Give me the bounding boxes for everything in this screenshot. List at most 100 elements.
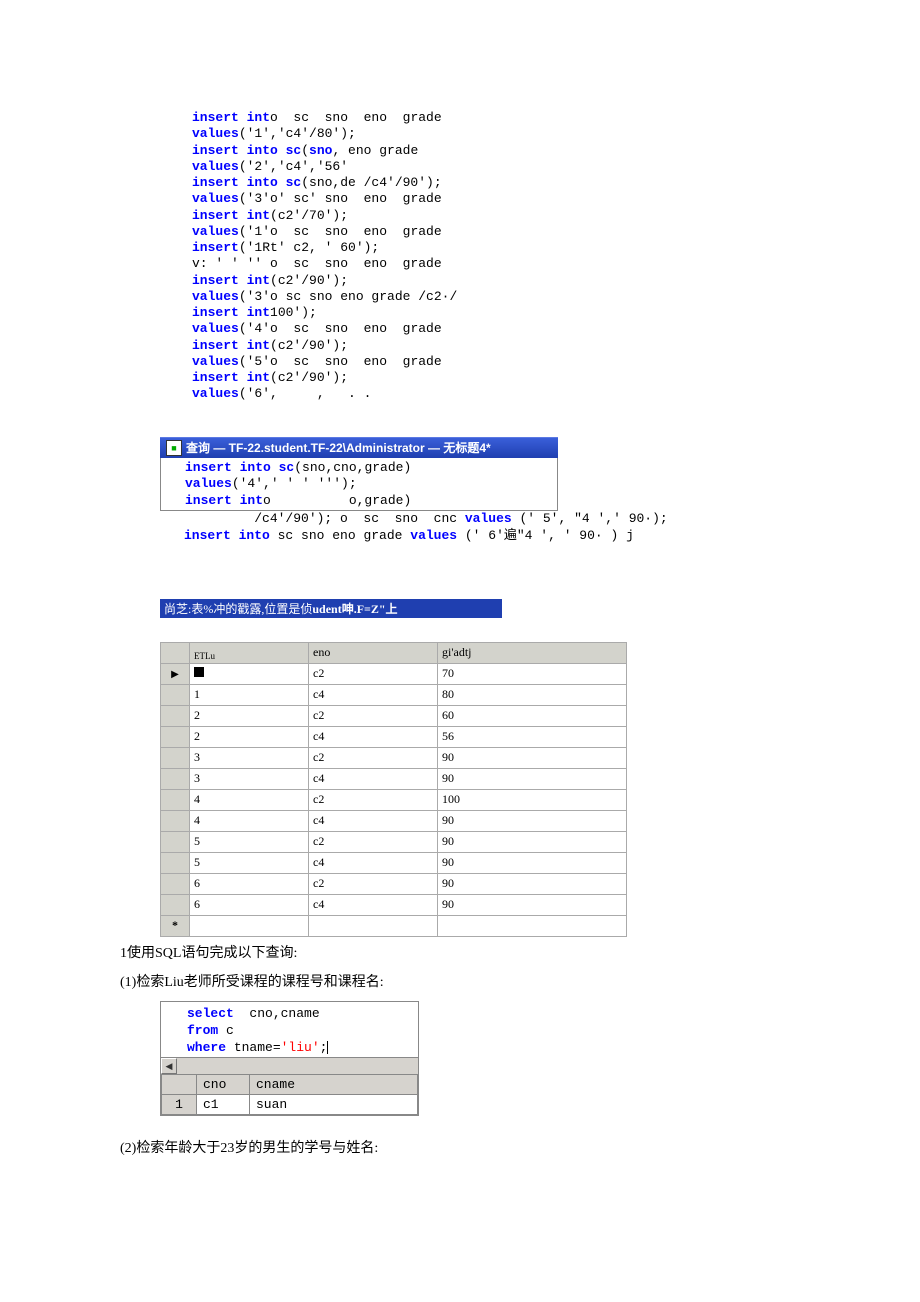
- sql-text: o sc sno eno grade: [270, 110, 442, 125]
- table-cell: [161, 747, 190, 768]
- table-cell: 90: [438, 747, 627, 768]
- sql-keyword: values: [192, 289, 239, 304]
- kw: values: [410, 528, 457, 543]
- table-cell: 100: [438, 789, 627, 810]
- table-cell: [161, 684, 190, 705]
- table-row: [161, 915, 627, 936]
- table-cell: c4: [309, 810, 438, 831]
- body-text-3: (2)检索年龄大于23岁的男生的学号与姓名:: [120, 1136, 820, 1161]
- table-cell: c2: [309, 789, 438, 810]
- sql-text: ('5'o sc sno eno grade: [239, 354, 442, 369]
- table-cell: [438, 915, 627, 936]
- table-row: 2c260: [161, 705, 627, 726]
- table-cell: c4: [309, 852, 438, 873]
- txt: sc sno eno grade: [270, 528, 410, 543]
- table-cell: [309, 915, 438, 936]
- txt: (' 5', "4 ',' 90·);: [512, 511, 668, 526]
- kw: select: [187, 1006, 234, 1021]
- table-cell: c2: [309, 705, 438, 726]
- table-cell: [161, 789, 190, 810]
- table-cell: [161, 852, 190, 873]
- sql-code-block-1: insert into sc sno eno gradevalues('1','…: [160, 110, 820, 403]
- sql-keyword: insert into sc: [192, 175, 301, 190]
- sql-text: (c2'/70');: [270, 208, 348, 223]
- sql-keyword: values: [192, 159, 239, 174]
- blue-info-strip: 尚芝:表%冲的戳露,位置是侦udent呻.F=Z"上: [160, 599, 502, 618]
- sql-keyword: insert int: [192, 208, 270, 223]
- table-cell: 70: [438, 663, 627, 684]
- table-cell: 5: [190, 831, 309, 852]
- kw: where: [187, 1040, 226, 1055]
- titlebar-text: 查询 — TF-22.student.TF-22\Administrator —…: [186, 439, 491, 456]
- table-cell: [161, 894, 190, 915]
- table-cell: 2: [190, 726, 309, 747]
- body-text-1: 1使用SQL语句完成以下查询:: [120, 941, 820, 966]
- sql-text: (sno,de /c4'/90');: [301, 175, 441, 190]
- sql-keyword: insert int: [192, 110, 270, 125]
- result-col-cno: cno: [197, 1075, 250, 1095]
- result-rownum: 1: [162, 1095, 197, 1115]
- table-row: 5c490: [161, 852, 627, 873]
- sql-text: v: ' ' '' o sc sno eno grade: [192, 256, 442, 271]
- table-cell: 80: [438, 684, 627, 705]
- table-cell: [190, 663, 309, 684]
- table-cell: 5: [190, 852, 309, 873]
- table-header: gi'adtj: [438, 642, 627, 663]
- result-col-cname: cname: [250, 1075, 418, 1095]
- txt: (sno,cno,grade): [294, 460, 411, 475]
- kw: insert int: [185, 493, 263, 508]
- sql-text: (: [301, 143, 309, 158]
- table-cell: 6: [190, 873, 309, 894]
- scrollbar[interactable]: ◀: [161, 1057, 418, 1074]
- table-cell: [161, 726, 190, 747]
- sql-keyword: values: [192, 354, 239, 369]
- sql-text: ('1','c4'/80');: [239, 126, 356, 141]
- table-row: c270: [161, 663, 627, 684]
- table-cell: c2: [309, 663, 438, 684]
- overflow-code-line: /c4'/90'); o sc sno cnc values (' 5', "4…: [160, 511, 820, 545]
- table-cell: 90: [438, 810, 627, 831]
- table-cell: c2: [309, 747, 438, 768]
- table-cell: 1: [190, 684, 309, 705]
- table-cell: c2: [309, 831, 438, 852]
- sql-keyword: values: [192, 386, 239, 401]
- sql-text: ('2','c4','56': [239, 159, 348, 174]
- table-row: 4c490: [161, 810, 627, 831]
- sql-text: ('1'o sc sno eno grade: [239, 224, 442, 239]
- table-cell: c4: [309, 768, 438, 789]
- table-row: 1c480: [161, 684, 627, 705]
- table-cell: [161, 873, 190, 894]
- result-cname: suan: [250, 1095, 418, 1115]
- result-cno: c1: [197, 1095, 250, 1115]
- text-cursor-icon: [327, 1041, 328, 1054]
- sql-keyword: insert int: [192, 370, 270, 385]
- sql-text: ('3'o' sc' sno eno grade: [239, 191, 442, 206]
- query-result-grid: cno cname 1 c1 suan: [161, 1074, 418, 1115]
- sql-keyword: insert: [192, 240, 239, 255]
- kw: insert into: [185, 460, 279, 475]
- kw: insert into: [184, 528, 270, 543]
- sql-keyword: insert int: [192, 305, 270, 320]
- txt: o o,grade): [263, 493, 411, 508]
- table-header: [161, 642, 190, 663]
- table-cell: 56: [438, 726, 627, 747]
- table-cell: c4: [309, 726, 438, 747]
- table-cell: 4: [190, 810, 309, 831]
- sql-keyword: insert into sc: [192, 143, 301, 158]
- table-cell: [161, 663, 190, 684]
- table-cell: c4: [309, 894, 438, 915]
- sql-text: (c2'/90');: [270, 273, 348, 288]
- strip-prefix: 尚芝:表%冲的戳露,位置是侦: [164, 602, 312, 616]
- window-icon: ■: [166, 440, 182, 456]
- sql-text: ('4'o sc sno eno grade: [239, 321, 442, 336]
- table-row: 6c290: [161, 873, 627, 894]
- table-cell: c4: [309, 684, 438, 705]
- kw: sc: [279, 460, 295, 475]
- body-text-2: (1)检索Liu老师所受课程的课程号和课程名:: [120, 970, 820, 995]
- txt: (' 6'遍"4 ', ' 90· ) j: [457, 528, 634, 543]
- sql-keyword: insert int: [192, 273, 270, 288]
- sql-query-box: select cno,cname from c where tname='liu…: [160, 1001, 419, 1116]
- table-row: 5c290: [161, 831, 627, 852]
- txt: ;: [320, 1040, 328, 1055]
- scroll-left-icon[interactable]: ◀: [161, 1058, 177, 1074]
